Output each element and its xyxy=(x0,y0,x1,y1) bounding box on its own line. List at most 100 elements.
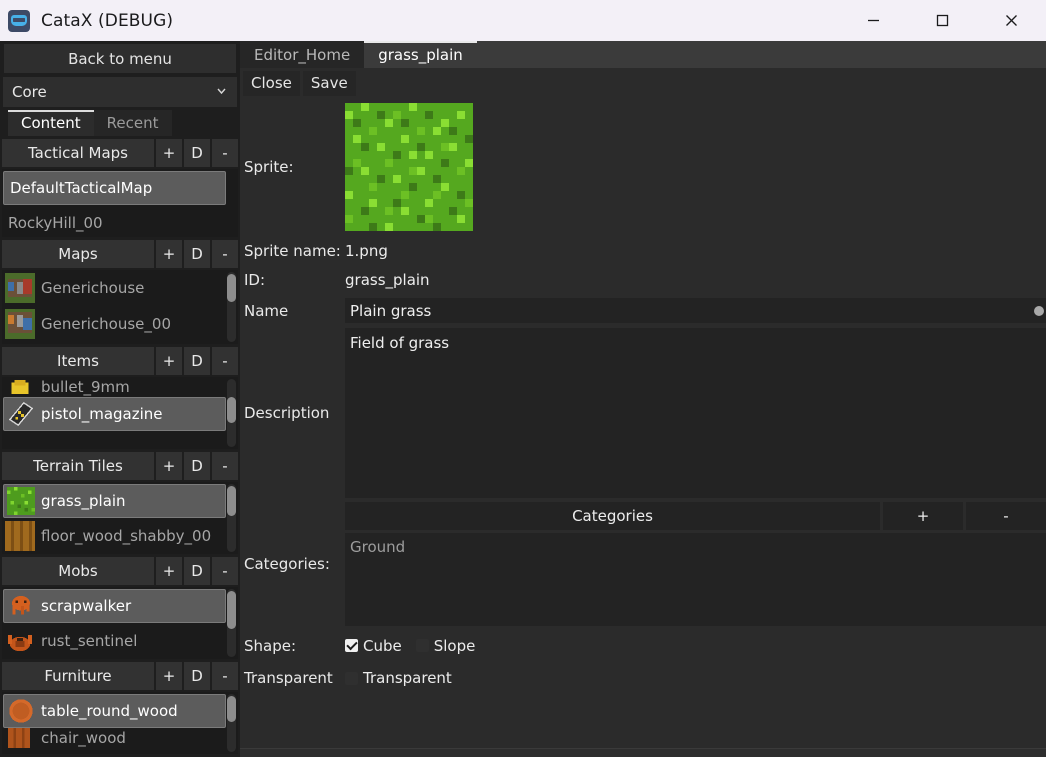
tab-editor-home[interactable]: Editor_Home xyxy=(240,41,365,68)
list-item[interactable]: table_round_wood xyxy=(3,694,226,728)
transparent-options: Transparent xyxy=(345,669,1046,687)
description-textarea[interactable]: Field of grass xyxy=(345,327,1046,498)
items-scrollbar-thumb[interactable] xyxy=(227,397,236,423)
field-id: ID: grass_plain xyxy=(240,264,1046,295)
remove-mob-button[interactable]: - xyxy=(212,557,238,585)
maps-scrollbar-thumb[interactable] xyxy=(227,274,236,302)
maximize-icon[interactable] xyxy=(908,0,977,41)
add-terrain-tile-button[interactable]: + xyxy=(156,452,182,480)
list-item-label: pistol_magazine xyxy=(41,405,163,423)
description-label: Description xyxy=(244,403,330,422)
map-thumbnail xyxy=(5,273,35,303)
add-tactical-map-button[interactable]: + xyxy=(156,139,182,167)
mod-select-value: Core xyxy=(12,83,47,101)
list-item[interactable]: Generichouse_00 xyxy=(2,306,238,342)
categories-label: Categories: xyxy=(244,554,330,573)
categories-list[interactable]: Ground xyxy=(345,533,1046,626)
category-item[interactable]: Ground xyxy=(350,538,1046,556)
transparent-label: Transparent xyxy=(244,669,333,687)
add-map-button[interactable]: + xyxy=(156,240,182,268)
section-header-terrain-tiles: Terrain Tiles + D - xyxy=(2,452,238,480)
field-sprite: Sprite: xyxy=(240,96,1046,237)
list-furniture: table_round_wood chair_wood xyxy=(2,692,238,754)
list-item[interactable]: pistol_magazine xyxy=(3,397,226,431)
section-header-tactical-maps: Tactical Maps + D - xyxy=(2,139,238,167)
furniture-scrollbar-thumb[interactable] xyxy=(227,696,236,722)
add-furniture-button[interactable]: + xyxy=(156,662,182,690)
mod-select-dropdown[interactable]: Core xyxy=(3,77,237,107)
add-mob-button[interactable]: + xyxy=(156,557,182,585)
wood-chair-thumbnail xyxy=(5,728,35,748)
terrain-scrollbar-thumb[interactable] xyxy=(227,486,236,516)
scrapwalker-thumbnail xyxy=(7,592,35,620)
duplicate-mob-button[interactable]: D xyxy=(184,557,210,585)
section-title-terrain-tiles: Terrain Tiles xyxy=(2,452,154,480)
checkbox-unchecked-icon[interactable] xyxy=(345,671,358,685)
list-item[interactable]: Generichouse xyxy=(2,270,238,306)
duplicate-furniture-button[interactable]: D xyxy=(184,662,210,690)
list-tactical-maps: DefaultTacticalMap RockyHill_00 xyxy=(2,169,238,237)
close-icon[interactable] xyxy=(977,0,1046,41)
transparent-checkbox-label: Transparent xyxy=(363,669,452,687)
list-item[interactable]: DefaultTacticalMap xyxy=(3,171,226,205)
shape-checkbox-slope[interactable]: Slope xyxy=(415,637,475,655)
grass-thumbnail xyxy=(7,487,35,515)
editor-bottom-strip xyxy=(240,748,1046,757)
duplicate-tactical-map-button[interactable]: D xyxy=(184,139,210,167)
shape-checkbox-cube[interactable]: Cube xyxy=(345,637,402,655)
list-item-label: RockyHill_00 xyxy=(8,214,103,232)
mobs-scrollbar-thumb[interactable] xyxy=(227,591,236,629)
list-item[interactable]: RockyHill_00 xyxy=(2,205,238,237)
name-input-scroll-knob[interactable] xyxy=(1034,305,1044,316)
list-item[interactable]: rust_sentinel xyxy=(2,623,238,659)
rust-sentinel-thumbnail xyxy=(5,626,35,656)
duplicate-item-button[interactable]: D xyxy=(184,347,210,375)
remove-tactical-map-button[interactable]: - xyxy=(212,139,238,167)
list-item[interactable]: floor_wood_shabby_00 xyxy=(2,518,238,554)
section-title-mobs: Mobs xyxy=(2,557,154,585)
tab-recent[interactable]: Recent xyxy=(93,110,172,136)
list-terrain-tiles: grass_plain floor_wood_shabby_00 xyxy=(2,482,238,554)
list-items: bullet_9mm pistol_magazine xyxy=(2,377,238,449)
tab-grass-plain[interactable]: grass_plain xyxy=(364,41,477,68)
list-item[interactable]: grass_plain xyxy=(3,484,226,518)
list-item-label: DefaultTacticalMap xyxy=(10,179,153,197)
save-button[interactable]: Save xyxy=(302,71,356,96)
window-controls xyxy=(839,0,1046,41)
duplicate-terrain-tile-button[interactable]: D xyxy=(184,452,210,480)
round-table-thumbnail xyxy=(7,697,35,725)
sprite-name-label: Sprite name: xyxy=(244,241,341,260)
bullet-thumbnail xyxy=(5,377,35,397)
list-item[interactable]: scrapwalker xyxy=(3,589,226,623)
tab-content[interactable]: Content xyxy=(8,110,94,136)
content-sidebar: Back to menu Core Content Recent Tactica… xyxy=(0,41,240,757)
sprite-label: Sprite: xyxy=(244,157,294,176)
remove-category-button[interactable]: - xyxy=(966,502,1046,530)
list-item[interactable]: chair_wood xyxy=(2,728,238,748)
grass-sprite-preview[interactable] xyxy=(345,102,473,231)
remove-item-button[interactable]: - xyxy=(212,347,238,375)
name-label: Name xyxy=(244,301,289,320)
app-body: Back to menu Core Content Recent Tactica… xyxy=(0,41,1046,757)
id-value: grass_plain xyxy=(345,270,430,289)
add-category-button[interactable]: + xyxy=(883,502,963,530)
editor-toolbar: Close Save xyxy=(240,68,1046,96)
shape-cube-label: Cube xyxy=(363,636,402,655)
remove-map-button[interactable]: - xyxy=(212,240,238,268)
minimize-icon[interactable] xyxy=(839,0,908,41)
godot-robot-icon xyxy=(8,9,30,32)
transparent-checkbox[interactable]: Transparent xyxy=(345,669,452,687)
back-to-menu-button[interactable]: Back to menu xyxy=(4,44,236,73)
close-button[interactable]: Close xyxy=(243,71,300,96)
checkbox-checked-icon[interactable] xyxy=(345,639,358,652)
checkbox-unchecked-icon[interactable] xyxy=(415,639,429,652)
list-maps: Generichouse Generichouse_00 xyxy=(2,270,238,344)
list-item-label: Generichouse xyxy=(41,279,145,297)
remove-terrain-tile-button[interactable]: - xyxy=(212,452,238,480)
section-header-items: Items + D - xyxy=(2,347,238,375)
list-item[interactable]: bullet_9mm xyxy=(2,377,238,397)
remove-furniture-button[interactable]: - xyxy=(212,662,238,690)
add-item-button[interactable]: + xyxy=(156,347,182,375)
name-input[interactable]: Plain grass xyxy=(345,298,1046,323)
duplicate-map-button[interactable]: D xyxy=(184,240,210,268)
